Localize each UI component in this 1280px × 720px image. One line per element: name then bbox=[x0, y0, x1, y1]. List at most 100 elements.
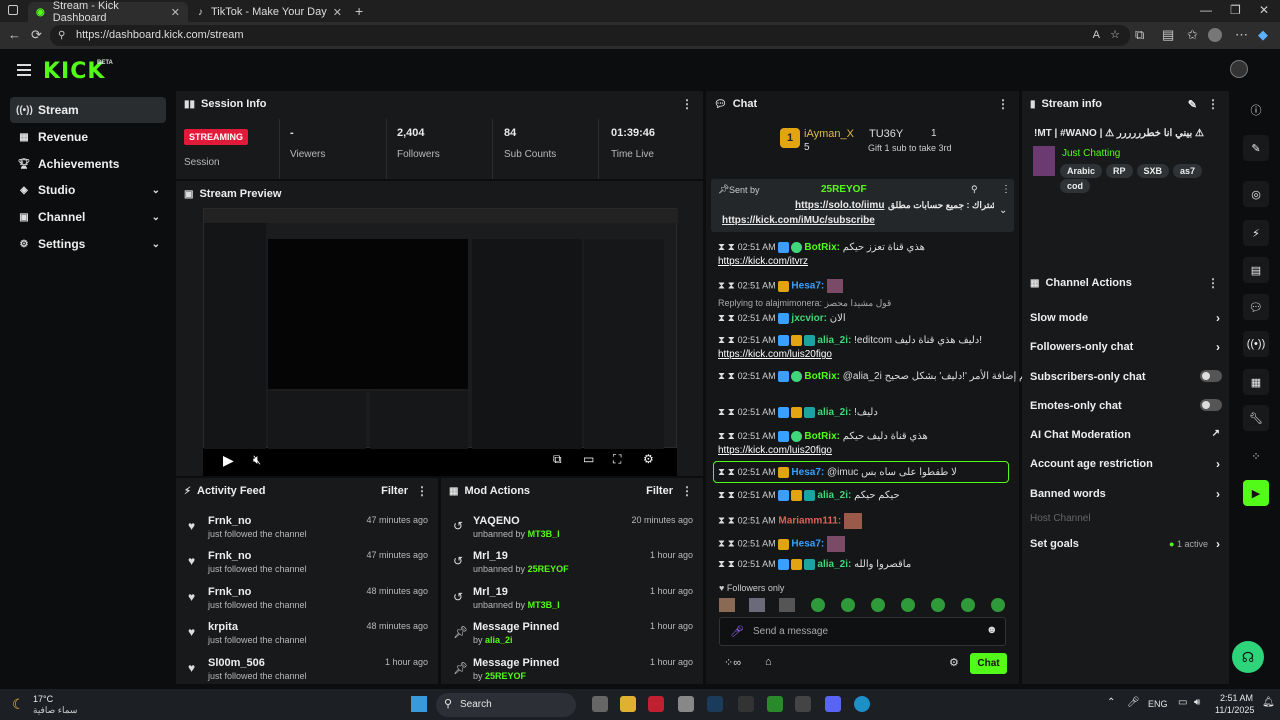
sidebar-item-settings[interactable]: ⚙ Settings ⌄ bbox=[10, 231, 166, 257]
chat-link[interactable]: https://kick.com/itvrz bbox=[718, 256, 808, 267]
list-item[interactable]: ♥ Sl00m_506 just followed the channel 1 hou… bbox=[176, 657, 438, 684]
mic-icon[interactable]: 🎤︎ bbox=[730, 625, 744, 638]
chat-user[interactable]: Hesa7: bbox=[791, 467, 824, 478]
action-set-goals[interactable]: Set goals ● 1 active › bbox=[1030, 537, 1226, 551]
list-item[interactable]: ♥ Frnk_no just followed the channel 47 minu… bbox=[176, 515, 438, 549]
pinned-message[interactable]: 📌︎ Sent by 25REYOF ⚲ ⋮ https://solo.to/i… bbox=[711, 179, 1014, 232]
tools-button[interactable]: 🔧︎ bbox=[1243, 405, 1269, 431]
action-followers-only[interactable]: Followers-only chat › bbox=[1030, 340, 1226, 354]
chat-settings-icon[interactable]: ⚙ bbox=[949, 656, 959, 669]
read-aloud-icon[interactable]: A bbox=[1093, 25, 1100, 46]
bot-icon[interactable]: ⁘∞ bbox=[724, 656, 741, 669]
chat-message[interactable]: ⧗ ⧗ 02:51 AM BotRix: هذي قناة تعزز حيكم bbox=[718, 242, 925, 253]
mod-by[interactable]: 25REYOF bbox=[528, 564, 569, 574]
send-chat-button[interactable]: Chat bbox=[970, 653, 1007, 674]
epic-icon[interactable] bbox=[738, 696, 754, 712]
taskbar-search[interactable]: ⚲ Search bbox=[436, 693, 576, 717]
pinned-link[interactable]: https://kick.com/iMUc/subscribe bbox=[722, 215, 875, 226]
chat-user[interactable]: alia_2i: bbox=[817, 407, 851, 418]
mute-icon[interactable]: 🔇︎ bbox=[253, 452, 261, 468]
list-item[interactable]: 📌︎ Message Pinned by alia_2i 1 hour ago bbox=[441, 621, 703, 655]
chat-user[interactable]: Mariamm111: bbox=[778, 516, 841, 527]
task-view-icon[interactable] bbox=[592, 696, 608, 712]
clock-time[interactable]: 2:51 AM bbox=[1220, 693, 1253, 703]
volume-icon[interactable]: 🔊︎ bbox=[1194, 697, 1200, 708]
chat-reply-line[interactable]: Replying to alajmimonera: قول مشيدا محصز bbox=[718, 298, 891, 309]
broadcast-button[interactable]: ((•)) bbox=[1243, 331, 1269, 357]
new-tab-button[interactable]: + bbox=[355, 3, 363, 19]
emote-icon[interactable] bbox=[931, 598, 945, 612]
kebab-menu-icon[interactable]: ⋮ bbox=[681, 97, 693, 111]
chat-user[interactable]: BotRix: bbox=[804, 242, 840, 253]
split-icon[interactable]: ▤ bbox=[1162, 27, 1174, 43]
filter-button[interactable]: Filter bbox=[381, 485, 408, 497]
pinned-link[interactable]: https://solo.to/iimu bbox=[795, 200, 884, 211]
profile-avatar[interactable] bbox=[1208, 28, 1222, 42]
chat-message[interactable]: ⧗ ⧗ 02:51 AM Hesa7: bbox=[718, 536, 846, 552]
kebab-menu-icon[interactable]: ⋮ bbox=[416, 484, 428, 498]
emote-icon[interactable] bbox=[991, 598, 1005, 612]
kebab-menu-icon[interactable]: ⋮ bbox=[997, 97, 1009, 111]
chat-user[interactable]: Hesa7: bbox=[791, 281, 824, 292]
action-slow-mode[interactable]: Slow mode › bbox=[1030, 311, 1226, 325]
emote-icon[interactable] bbox=[811, 598, 825, 612]
tag[interactable]: Arabic bbox=[1060, 164, 1103, 178]
tab-tiktok[interactable]: ♪ TikTok - Make Your Day ✕ bbox=[190, 2, 350, 22]
maximize-button[interactable]: ❐ bbox=[1230, 3, 1241, 17]
close-window-button[interactable]: ✕ bbox=[1259, 3, 1269, 17]
subscribers-only-toggle[interactable] bbox=[1200, 370, 1222, 382]
edge-icon[interactable] bbox=[854, 696, 870, 712]
tab-actions-icon[interactable] bbox=[8, 5, 18, 15]
top-gifter-name[interactable]: iAyman_X bbox=[804, 128, 854, 140]
play-icon[interactable]: ▶ bbox=[223, 452, 234, 469]
gift-icon[interactable]: ⌂ bbox=[765, 656, 772, 668]
chat-input[interactable]: 🎤︎ Send a message ☻ bbox=[719, 617, 1006, 646]
edit-button[interactable]: ✎ bbox=[1243, 135, 1269, 161]
chat-user[interactable]: alia_2i: bbox=[817, 490, 851, 501]
discord-icon[interactable] bbox=[825, 696, 841, 712]
settings-icon[interactable]: ⚙ bbox=[643, 452, 654, 466]
list-item[interactable]: ↺ YAQENO unbanned by MT3B_I 20 minutes ago bbox=[441, 515, 703, 549]
chat-user[interactable]: alia_2i: bbox=[817, 559, 851, 570]
chat-link-line[interactable]: https://kick.com/itvrz bbox=[718, 256, 808, 267]
menu-icon[interactable] bbox=[17, 64, 31, 79]
pip-icon[interactable]: ⧉ bbox=[553, 452, 562, 467]
emote-icon[interactable] bbox=[901, 598, 915, 612]
action-subscribers-only[interactable]: Subscribers-only chat bbox=[1030, 370, 1226, 383]
app-icon[interactable] bbox=[678, 696, 694, 712]
list-item[interactable]: ↺ Mrl_19 unbanned by 25REYOF 1 hour ago bbox=[441, 550, 703, 584]
community-button[interactable]: ⁘ bbox=[1243, 443, 1269, 469]
layout-button[interactable]: ▦ bbox=[1243, 369, 1269, 395]
site-info-icon[interactable]: ⚲ bbox=[58, 25, 65, 46]
kebab-menu-icon[interactable]: ⋮ bbox=[1207, 276, 1219, 290]
emote-icon[interactable] bbox=[749, 598, 765, 612]
chat-user[interactable]: alia_2i: bbox=[817, 335, 851, 346]
emoji-icon[interactable]: ☻ bbox=[986, 624, 998, 636]
list-item[interactable]: ↺ Mrl_19 unbanned by MT3B_I 1 hour ago bbox=[441, 586, 703, 620]
action-banned-words[interactable]: Banned words › bbox=[1030, 487, 1226, 501]
support-button[interactable]: ☊ bbox=[1232, 641, 1264, 673]
tray-chevron-icon[interactable]: ⌃ bbox=[1107, 697, 1115, 708]
chevron-down-icon[interactable]: ⌄ bbox=[999, 205, 1007, 216]
filter-button[interactable]: Filter bbox=[646, 485, 673, 497]
chat-message[interactable]: ⧗ ⧗ 02:51 AM Hesa7: @imuc لا طفطوا على س… bbox=[718, 467, 957, 478]
tag[interactable]: RP bbox=[1106, 164, 1133, 178]
theater-icon[interactable]: ▭ bbox=[583, 452, 594, 466]
chat-user[interactable]: BotRix: bbox=[804, 431, 840, 442]
chat-message[interactable]: ⧗ ⧗ 02:51 AM alia_2i: !دليف bbox=[718, 407, 878, 418]
weather-icon[interactable]: ☾ bbox=[12, 696, 25, 713]
chat-user[interactable]: BotRix: bbox=[804, 371, 840, 382]
emote-icon[interactable] bbox=[841, 598, 855, 612]
language-indicator[interactable]: ENG bbox=[1148, 699, 1168, 709]
list-item[interactable]: 📌︎ Message Pinned by 25REYOF 1 hour ago bbox=[441, 657, 703, 684]
mod-by[interactable]: alia_2i bbox=[485, 635, 513, 645]
chat-message[interactable]: ⧗ ⧗ 02:51 AM BotRix: هذي قناة دليف حيكم bbox=[718, 431, 928, 442]
edit-icon[interactable]: ✎ bbox=[1188, 98, 1197, 111]
back-icon[interactable]: ← bbox=[8, 27, 21, 42]
more-icon[interactable]: ⋯ bbox=[1235, 27, 1248, 43]
extensions-icon[interactable]: ⧉ bbox=[1135, 27, 1144, 43]
chat-message[interactable]: ⧗ ⧗ 02:51 AM BotRix: @alia_2i تم إضافة ا… bbox=[718, 371, 1028, 382]
second-gifter-name[interactable]: TU36Y bbox=[869, 128, 903, 140]
chat-user[interactable]: jxcvior: bbox=[791, 313, 827, 324]
chat-link-line[interactable]: https://kick.com/luis20figo bbox=[718, 445, 832, 456]
